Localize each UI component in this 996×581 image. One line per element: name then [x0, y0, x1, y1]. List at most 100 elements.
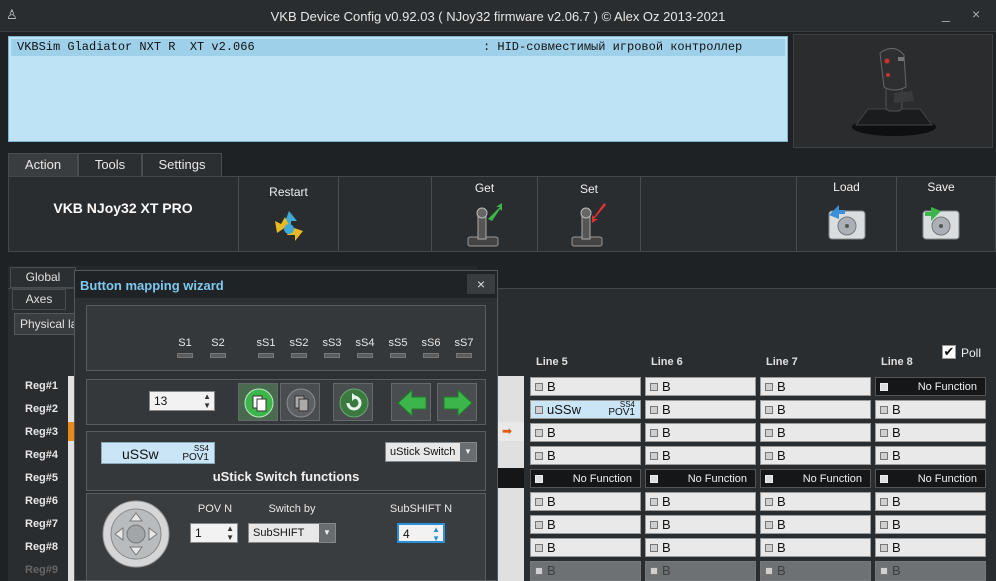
- prev-button[interactable]: [391, 383, 431, 421]
- shift-indicator: [357, 353, 373, 358]
- grid-cell[interactable]: No Function: [645, 469, 756, 488]
- shift-label: S1: [178, 337, 192, 349]
- shift-label: sS2: [289, 337, 309, 349]
- save-button[interactable]: Save: [897, 177, 996, 251]
- tab-axes[interactable]: Axes: [12, 289, 66, 310]
- column-header: Line 7: [766, 356, 798, 368]
- shift-indicator: [210, 353, 226, 358]
- device-row-text: VKBSim Gladiator NXT R XT v2.066: HID-со…: [17, 40, 743, 54]
- row-label: Reg#5: [25, 472, 59, 484]
- grid-cell[interactable]: B: [530, 423, 641, 442]
- tab-action[interactable]: Action: [8, 153, 78, 177]
- subshift-label: SubSHIFT N: [389, 503, 453, 515]
- load-label: Load: [833, 180, 860, 194]
- hidden-cells-edge: [498, 468, 524, 488]
- toolbar-divider: [640, 177, 641, 251]
- grid-cell[interactable]: B: [760, 423, 871, 442]
- grid-cell[interactable]: B: [530, 538, 641, 557]
- shift-indicator: [324, 353, 340, 358]
- close-button[interactable]: ×: [972, 6, 988, 22]
- grid-cell[interactable]: B: [645, 446, 756, 465]
- tab-global[interactable]: Global: [10, 267, 76, 288]
- row-label: Reg#2: [25, 403, 59, 415]
- grid-cell[interactable]: B: [875, 492, 986, 511]
- chevron-down-icon: ▼: [460, 443, 476, 461]
- shift-indicator: [456, 353, 472, 358]
- restart-button[interactable]: Restart: [239, 177, 338, 251]
- row-label: Reg#9: [25, 564, 59, 576]
- save-label: Save: [927, 180, 955, 194]
- grid-cell[interactable]: B: [760, 492, 871, 511]
- restart-label: Restart: [269, 185, 308, 199]
- wizard-title-bar: Button mapping wizard ×: [75, 271, 497, 298]
- grid-cell: B: [645, 561, 756, 581]
- grid-cell[interactable]: No Function: [875, 377, 986, 396]
- chevron-down-icon: ▼: [319, 524, 335, 542]
- grid-cell[interactable]: B: [760, 400, 871, 419]
- shift-label: sS5: [388, 337, 408, 349]
- paste-button[interactable]: [280, 383, 320, 421]
- button-mapping-wizard: Button mapping wizard × S1 S2 sS1 sS2 sS…: [74, 270, 498, 581]
- button-number-stepper[interactable]: 13 ▲ ▼: [149, 391, 215, 411]
- function-type-select[interactable]: uStick Switch ▼: [385, 442, 477, 462]
- grid-cell[interactable]: B: [875, 515, 986, 534]
- tab-physical-layer[interactable]: Physical la: [14, 313, 76, 335]
- grid-cell[interactable]: B: [645, 400, 756, 419]
- grid-cell[interactable]: B: [875, 400, 986, 419]
- grid-cell[interactable]: B: [645, 492, 756, 511]
- switch-by-select[interactable]: SubSHIFT ▼: [248, 523, 336, 543]
- grid-cell-ussw[interactable]: uSSw SS4 POV1: [530, 400, 641, 419]
- stepper-arrows-icon: ▲ ▼: [432, 525, 440, 543]
- shift-indicator: [390, 353, 406, 358]
- grid-cell[interactable]: B: [875, 538, 986, 557]
- grid-cell[interactable]: B: [645, 423, 756, 442]
- load-button[interactable]: Load: [797, 177, 896, 251]
- grid-cell[interactable]: B: [645, 515, 756, 534]
- row-label: Reg#6: [25, 495, 59, 507]
- save-disk-icon: [922, 207, 960, 240]
- copy-icon: [244, 388, 274, 418]
- reset-button[interactable]: [333, 383, 373, 421]
- grid-cell[interactable]: No Function: [760, 469, 871, 488]
- get-button[interactable]: Get: [432, 177, 537, 251]
- arrow-cell[interactable]: ➡: [498, 422, 524, 441]
- set-label: Set: [579, 182, 598, 196]
- row-label: Reg#4: [25, 449, 59, 461]
- set-config-icon: [571, 203, 606, 247]
- grid-cell[interactable]: B: [645, 377, 756, 396]
- grid-cell[interactable]: B: [530, 377, 641, 396]
- row-label: Reg#1: [25, 380, 59, 392]
- tab-tools[interactable]: Tools: [78, 153, 142, 177]
- subshift-stepper[interactable]: 4 ▲ ▼: [397, 523, 445, 543]
- grid-cell[interactable]: B: [875, 446, 986, 465]
- copy-button[interactable]: [238, 383, 278, 421]
- device-list[interactable]: VKBSim Gladiator NXT R XT v2.066: HID-со…: [8, 36, 788, 142]
- grid-cell[interactable]: B: [760, 515, 871, 534]
- stepper-arrows-icon: ▲ ▼: [203, 392, 211, 410]
- grid-cell[interactable]: B: [530, 515, 641, 534]
- grid-cell[interactable]: B: [530, 446, 641, 465]
- poll-label: Poll: [961, 346, 982, 360]
- grid-cell[interactable]: B: [645, 538, 756, 557]
- grid-cell[interactable]: B: [760, 446, 871, 465]
- shift-indicator: [177, 353, 193, 358]
- refresh-icon: [339, 388, 369, 418]
- arrow-left-icon: [397, 388, 427, 418]
- poll-checkbox[interactable]: ✔: [942, 345, 956, 359]
- toolbar-divider: [338, 177, 339, 251]
- set-button[interactable]: Set: [538, 177, 640, 251]
- grid-cell[interactable]: No Function: [875, 469, 986, 488]
- grid-cell[interactable]: B: [760, 377, 871, 396]
- arrow-right-icon: [443, 388, 473, 418]
- minimize-button[interactable]: _: [942, 6, 958, 22]
- grid-cell[interactable]: B: [875, 423, 986, 442]
- next-button[interactable]: [437, 383, 477, 421]
- grid-cell[interactable]: No Function: [530, 469, 641, 488]
- pov-stepper[interactable]: 1 ▲ ▼: [190, 523, 238, 543]
- wizard-title: Button mapping wizard: [80, 278, 224, 293]
- tab-settings[interactable]: Settings: [142, 153, 222, 177]
- grid-cell[interactable]: B: [530, 492, 641, 511]
- wizard-close-button[interactable]: ×: [467, 274, 495, 294]
- stepper-arrows-icon: ▲ ▼: [226, 524, 234, 542]
- grid-cell[interactable]: B: [760, 538, 871, 557]
